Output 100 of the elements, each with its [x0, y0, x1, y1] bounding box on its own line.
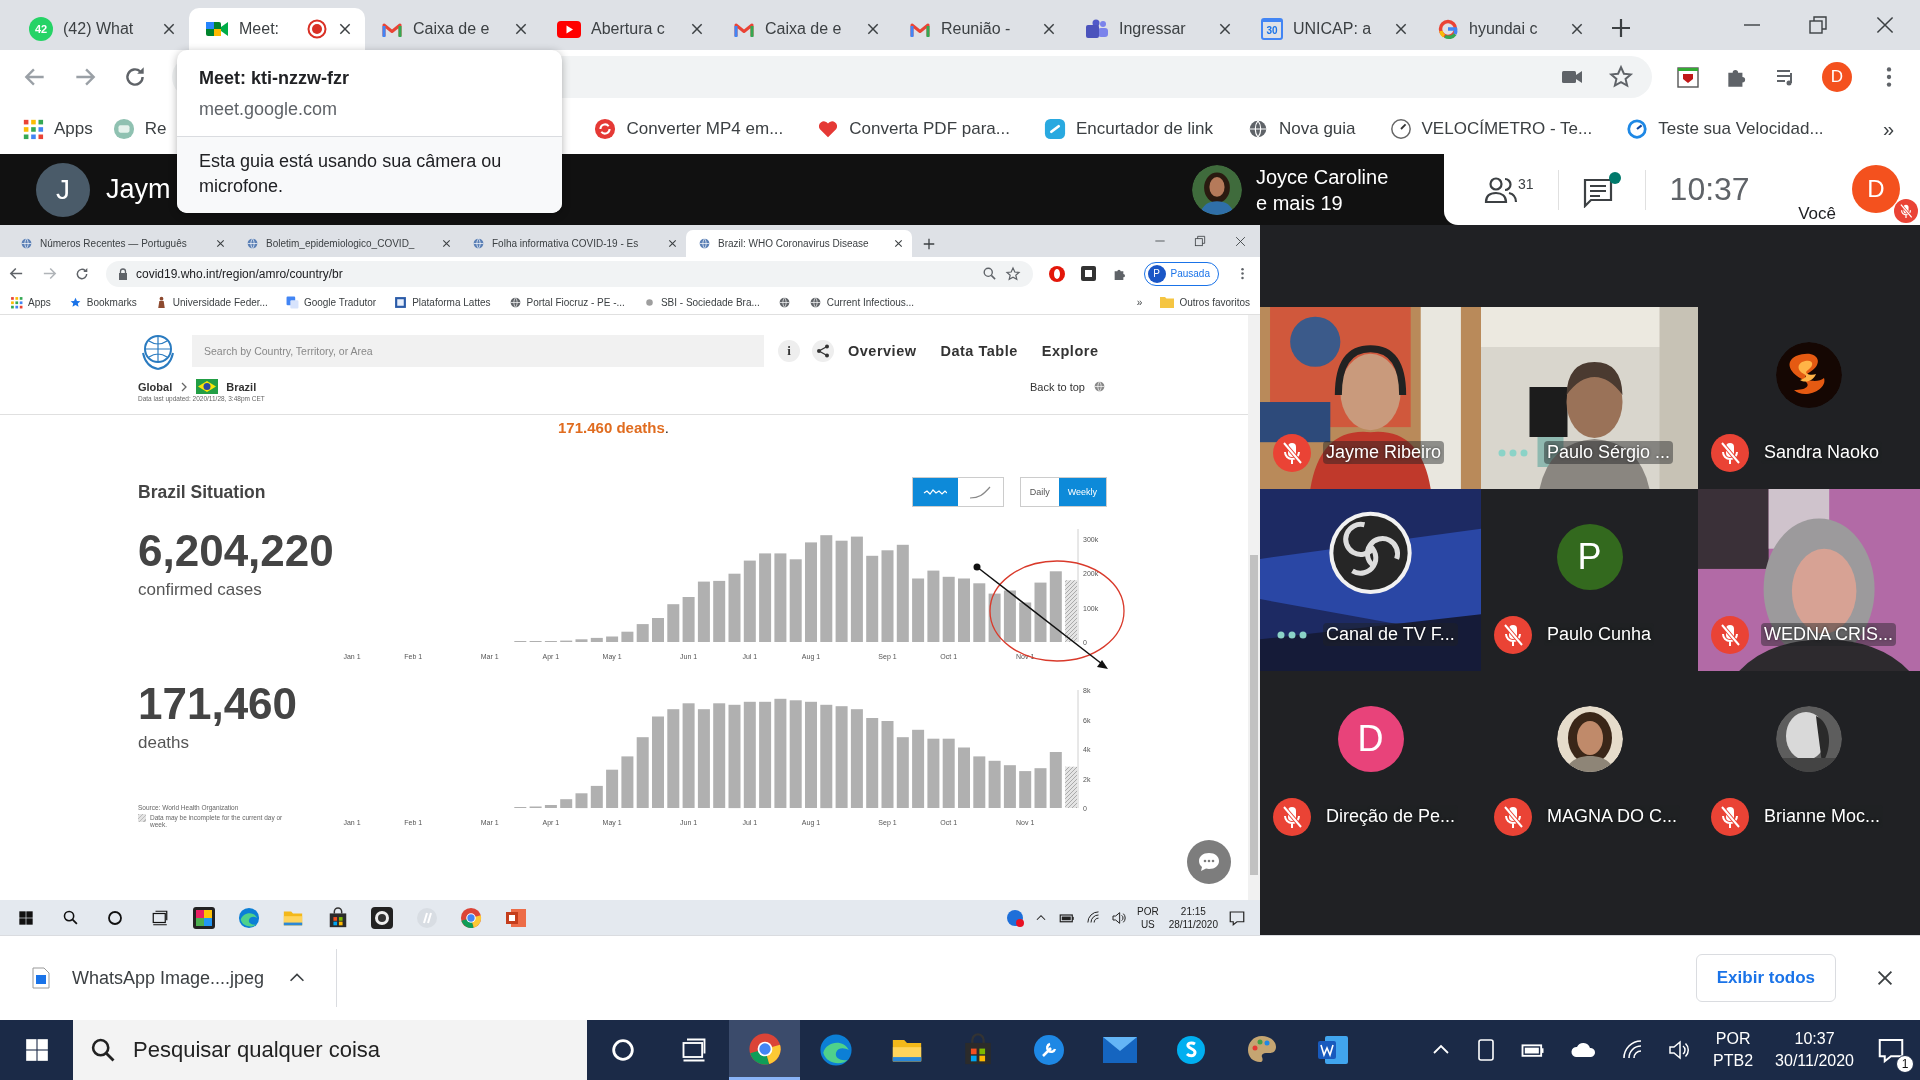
bookmark[interactable]: Nova guia	[1246, 118, 1356, 140]
clock[interactable]: 10:37 30/11/2020	[1775, 1028, 1854, 1072]
close-icon[interactable]	[1217, 21, 1233, 37]
more-bookmarks-button[interactable]: »	[1136, 296, 1143, 308]
browser-tab[interactable]: 42 (42) What	[13, 8, 189, 50]
wrench-icon[interactable]	[1032, 1034, 1065, 1066]
close-icon[interactable]	[689, 21, 705, 37]
browser-tab[interactable]: Brazil: WHO Coronavirus Disease	[686, 230, 912, 257]
bookmark[interactable]: Converter MP4 em...	[594, 118, 784, 140]
browser-tab[interactable]: 30 UNICAP: a	[1245, 8, 1421, 50]
search-icon[interactable]	[62, 909, 80, 926]
participants-button[interactable]: 31	[1484, 175, 1534, 204]
bookmark[interactable]: Plataforma Lattes	[394, 295, 491, 309]
more-bookmarks-button[interactable]: »	[1882, 117, 1894, 141]
bookmark[interactable]: Outros favoritos	[1160, 296, 1250, 308]
document-icon[interactable]	[1316, 1035, 1349, 1065]
bookmark[interactable]: Apps	[22, 118, 93, 140]
task-view-icon[interactable]	[150, 908, 169, 927]
star-icon[interactable]	[1608, 64, 1634, 90]
breadcrumb-link[interactable]: Global	[138, 380, 173, 393]
browser-tab[interactable]: Caixa de e	[365, 8, 541, 50]
back-to-top-link[interactable]: Back to top	[1029, 380, 1106, 393]
bookmark[interactable]: SBI - Sociedade Bra...	[642, 295, 760, 309]
language-indicator[interactable]: POR US	[1137, 904, 1159, 931]
address-bar[interactable]: covid19.who.int/region/amro/country/br	[106, 260, 1033, 287]
bookmark[interactable]: Teste sua Velocidad...	[1626, 118, 1824, 140]
download-item[interactable]: WhatsApp Image....jpeg	[32, 949, 338, 1007]
language-indicator[interactable]: POR PTB2	[1713, 1028, 1754, 1072]
slides-icon[interactable]	[504, 906, 527, 929]
restore-icon[interactable]	[1193, 234, 1207, 248]
close-icon[interactable]	[667, 238, 678, 249]
bar	[544, 805, 557, 808]
restore-icon[interactable]	[1806, 13, 1830, 37]
bookmark[interactable]: Converta PDF para...	[817, 118, 1010, 140]
bookmark[interactable]: Apps	[10, 295, 51, 309]
close-icon[interactable]	[893, 238, 904, 249]
bookmark[interactable]: Re	[112, 118, 167, 140]
bookmark[interactable]: Google Tradutor	[285, 295, 377, 309]
close-icon[interactable]	[865, 21, 881, 37]
camera-icon[interactable]	[371, 906, 394, 929]
browser-tab[interactable]: Números Recentes — Português	[8, 230, 234, 257]
back-arrow-icon[interactable]	[8, 265, 25, 282]
browser-tab[interactable]: Meet:	[189, 8, 365, 50]
scrollbar[interactable]	[1248, 315, 1260, 900]
close-icon[interactable]	[337, 21, 353, 37]
bookmark[interactable]: Current Infectious...	[808, 295, 915, 309]
shield-icon[interactable]	[1676, 65, 1700, 89]
search-icon[interactable]	[89, 1036, 117, 1064]
plus-icon[interactable]	[922, 237, 936, 251]
clock[interactable]: 21:15 28/11/2020	[1168, 904, 1218, 931]
search-field[interactable]: Pesquisar qualquer coisa	[73, 1020, 587, 1080]
browser-tab[interactable]: Folha informativa COVID-19 - Es	[460, 230, 686, 257]
color-circle-icon[interactable]	[460, 906, 483, 929]
extension-icon[interactable]	[1080, 266, 1096, 281]
close-icon[interactable]	[161, 21, 177, 37]
close-icon[interactable]	[215, 238, 226, 249]
show-all-button[interactable]: Exibir todos	[1695, 954, 1836, 1002]
nav-link[interactable]: Data Table	[940, 343, 1018, 359]
browser-tab[interactable]: hyundai c	[1421, 8, 1597, 50]
volume-icon[interactable]	[1667, 1038, 1692, 1062]
bookmark[interactable]: VELOCÍMETRO - Te...	[1389, 118, 1593, 140]
windows-logo-icon[interactable]	[23, 1037, 50, 1063]
bookmark[interactable]: Portal Fiocruz - PE -...	[508, 295, 625, 309]
bookmark[interactable]: Encurtador de link	[1043, 118, 1213, 140]
stop-icon[interactable]	[1048, 265, 1065, 282]
help-icon[interactable]	[1006, 908, 1024, 927]
message-icon[interactable]	[1228, 908, 1246, 927]
tile-icon[interactable]	[193, 906, 216, 929]
close-icon[interactable]	[441, 238, 452, 249]
windows-logo-icon[interactable]	[18, 909, 35, 926]
close-icon[interactable]	[513, 21, 529, 37]
chat-bubble-icon[interactable]	[1175, 1035, 1206, 1065]
browser-tab[interactable]: Boletim_epidemiologico_COVID_	[234, 230, 460, 257]
bookmark[interactable]	[777, 295, 791, 309]
browser-tab[interactable]: Abertura c	[541, 8, 717, 50]
wave-circle-icon[interactable]	[237, 906, 260, 929]
share-icon[interactable]	[812, 340, 834, 362]
color-circle-icon[interactable]	[747, 1031, 782, 1066]
mail-icon[interactable]	[1102, 1037, 1137, 1063]
volume-icon[interactable]	[1111, 909, 1127, 926]
chat-button[interactable]	[1582, 171, 1621, 208]
close-icon[interactable]	[1041, 21, 1057, 37]
browser-tab[interactable]: Ingressar	[1069, 8, 1245, 50]
nav-link[interactable]: Overview	[848, 343, 917, 359]
browser-tab[interactable]: Reunião -	[893, 8, 1069, 50]
circle-icon[interactable]	[106, 908, 125, 927]
period-button[interactable]: Weekly	[1058, 478, 1106, 506]
bookmark[interactable]: Universidade Feder...	[154, 295, 268, 309]
bookmark[interactable]: Bookmarks	[68, 295, 137, 309]
close-icon[interactable]	[1393, 21, 1409, 37]
browser-tab[interactable]: Caixa de e	[717, 8, 893, 50]
wave-circle-icon[interactable]	[818, 1033, 853, 1067]
nav-link[interactable]: Explore	[1041, 343, 1099, 359]
wifi-icon[interactable]	[1086, 910, 1101, 925]
taskbar-button[interactable]	[729, 1020, 800, 1080]
star-icon[interactable]	[1004, 265, 1021, 282]
bar	[958, 747, 970, 808]
close-icon[interactable]	[1569, 21, 1585, 37]
info-button[interactable]: i	[778, 340, 800, 362]
plus-icon[interactable]	[1609, 16, 1633, 40]
